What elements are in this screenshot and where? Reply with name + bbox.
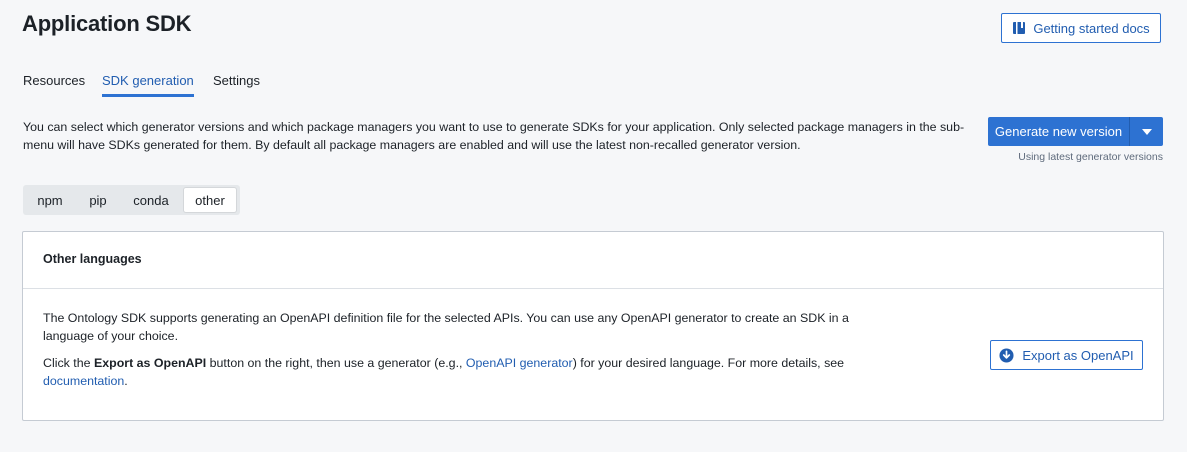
package-tab-npm[interactable]: npm [27,188,73,212]
caret-down-icon [1141,128,1152,135]
tab-sdk-generation[interactable]: SDK generation [102,73,194,97]
intro-description: You can select which generator versions … [23,120,965,152]
tab-settings[interactable]: Settings [213,73,260,94]
getting-started-docs-label: Getting started docs [1033,20,1150,36]
generate-version-button-group: Generate new version [988,117,1163,146]
instructions-middle: button on the right, then use a generato… [206,356,466,370]
book-icon [1012,21,1026,35]
card-header: Other languages [23,232,1163,289]
generate-options-dropdown-button[interactable] [1129,117,1163,146]
page-title: Application SDK [22,11,192,36]
documentation-link[interactable]: documentation [43,374,124,388]
download-icon [999,347,1014,363]
card-paragraph-openapi: The Ontology SDK supports generating an … [43,311,849,343]
package-tab-other[interactable]: other [184,188,236,212]
package-manager-tabs: npm pip conda other [23,185,240,215]
export-as-openapi-label: Export as OpenAPI [1022,347,1134,363]
instructions-end: . [124,374,128,388]
instructions-middle-2: ) for your desired language. For more de… [572,356,845,370]
generate-new-version-button[interactable]: Generate new version [988,117,1129,146]
export-as-openapi-button[interactable]: Export as OpenAPI [990,340,1143,370]
export-button-reference: Export as OpenAPI [93,356,207,370]
package-tab-conda[interactable]: conda [123,188,179,212]
openapi-generator-link[interactable]: OpenAPI generator [466,356,573,370]
instructions-prefix: Click the [43,356,94,370]
getting-started-docs-button[interactable]: Getting started docs [1001,13,1161,43]
package-tab-pip[interactable]: pip [77,188,119,212]
tab-resources[interactable]: Resources [23,73,85,94]
other-languages-card: Other languages The Ontology SDK support… [22,231,1164,421]
card-body: The Ontology SDK supports generating an … [43,309,873,399]
generator-version-note: Using latest generator versions [1018,151,1163,163]
card-title: Other languages [43,252,142,266]
card-paragraph-instructions: Click the Export as OpenAPI button on th… [43,354,873,390]
